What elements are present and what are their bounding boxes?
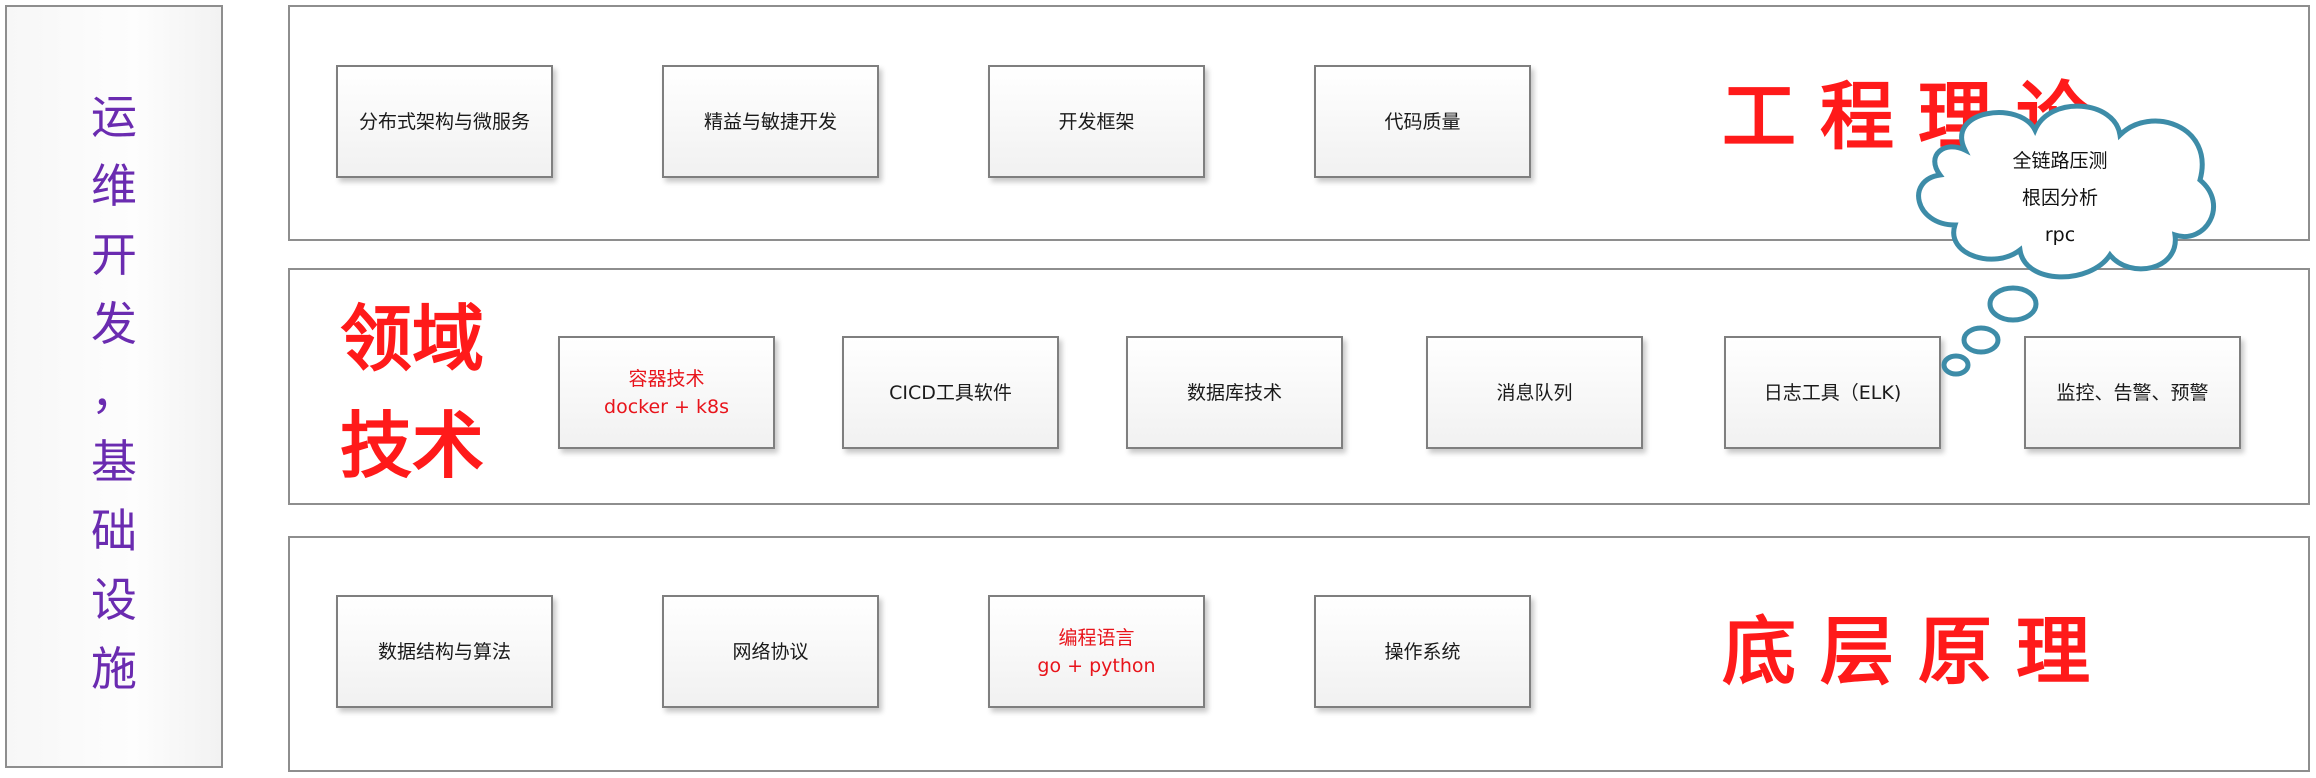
side-panel-title: 运 维 开 发 ， 基 础 设 施 bbox=[7, 83, 221, 704]
box-label: 网络协议 bbox=[732, 640, 809, 663]
box-operating-system[interactable]: 操作系统 bbox=[1314, 595, 1531, 708]
side-char: 础 bbox=[91, 504, 137, 558]
box-label: 精益与敏捷开发 bbox=[703, 110, 837, 133]
cloud-line-root-cause: 根因分析 bbox=[2021, 187, 2098, 209]
side-char: 开 bbox=[91, 228, 137, 282]
cloud-line-stress-test: 全链路压测 bbox=[2012, 150, 2108, 172]
box-data-structures[interactable]: 数据结构与算法 bbox=[336, 595, 553, 708]
box-label: 日志工具（ELK) bbox=[1763, 381, 1902, 404]
box-label: 数据结构与算法 bbox=[377, 640, 511, 663]
side-panel: 运 维 开 发 ， 基 础 设 施 bbox=[5, 5, 223, 768]
side-char: 设 bbox=[91, 573, 137, 627]
thought-bubble-small bbox=[1941, 353, 1971, 377]
box-network-protocols[interactable]: 网络协议 bbox=[662, 595, 879, 708]
cloud-line-rpc: rpc bbox=[2044, 224, 2076, 246]
box-cicd-tools[interactable]: CICD工具软件 bbox=[842, 336, 1059, 449]
title-underlying-principles: 底层原理 bbox=[1722, 609, 2114, 695]
thought-bubble-medium bbox=[1961, 325, 2001, 355]
box-label: 编程语言 bbox=[1058, 626, 1135, 649]
thought-bubble-large bbox=[1987, 285, 2039, 323]
box-code-quality[interactable]: 代码质量 bbox=[1314, 65, 1531, 178]
title-domain-line1: 领域 bbox=[340, 297, 485, 381]
box-label: 代码质量 bbox=[1384, 110, 1461, 133]
box-programming-language[interactable]: 编程语言 go + python bbox=[988, 595, 1205, 708]
box-lean-agile[interactable]: 精益与敏捷开发 bbox=[662, 65, 879, 178]
side-char: 维 bbox=[91, 159, 137, 213]
box-label: 操作系统 bbox=[1384, 640, 1461, 663]
side-char: 发 bbox=[91, 297, 137, 351]
side-char: 施 bbox=[91, 642, 137, 696]
title-domain-line2: 技术 bbox=[340, 404, 485, 488]
box-sublabel: go + python bbox=[1037, 654, 1156, 677]
box-label: 容器技术 bbox=[628, 367, 705, 390]
box-label: 分布式架构与微服务 bbox=[358, 110, 530, 133]
box-label: 开发框架 bbox=[1058, 110, 1135, 133]
side-char: 基 bbox=[91, 435, 137, 489]
box-message-queue[interactable]: 消息队列 bbox=[1426, 336, 1643, 449]
side-char: 运 bbox=[91, 90, 137, 144]
box-container-tech[interactable]: 容器技术 docker + k8s bbox=[558, 336, 775, 449]
box-label: CICD工具软件 bbox=[889, 381, 1012, 404]
box-database-tech[interactable]: 数据库技术 bbox=[1126, 336, 1343, 449]
box-label: 消息队列 bbox=[1496, 381, 1573, 404]
side-char: ， bbox=[91, 366, 137, 420]
box-label: 数据库技术 bbox=[1186, 381, 1282, 404]
box-distributed-architecture[interactable]: 分布式架构与微服务 bbox=[336, 65, 553, 178]
box-sublabel: docker + k8s bbox=[604, 395, 729, 418]
box-dev-framework[interactable]: 开发框架 bbox=[988, 65, 1205, 178]
